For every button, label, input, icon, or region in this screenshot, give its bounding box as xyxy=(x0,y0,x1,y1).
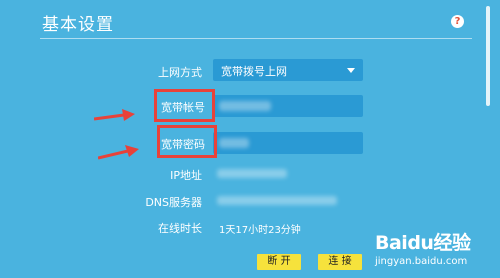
ip-label: IP地址 xyxy=(170,169,202,182)
highlight-box-password xyxy=(157,125,217,158)
password-field[interactable] xyxy=(213,132,363,154)
page-title: 基本设置 xyxy=(42,15,114,35)
online-time-label: 在线时长 xyxy=(158,222,202,235)
scrollbar[interactable] xyxy=(486,6,490,106)
ip-value-blurred xyxy=(217,169,287,178)
baidu-jingyan-watermark: Baidu经验 jingyan.baidu.com xyxy=(375,228,497,276)
disconnect-button[interactable]: 断 开 xyxy=(257,254,301,270)
watermark-brand: Baidu经验 xyxy=(375,232,471,254)
connection-type-select[interactable]: 宽带拨号上网 xyxy=(213,59,363,81)
account-field[interactable] xyxy=(213,95,363,117)
title-divider xyxy=(40,38,472,39)
watermark-url: jingyan.baidu.com xyxy=(375,256,468,267)
arrow-account-icon xyxy=(94,109,135,121)
password-value-blurred xyxy=(219,138,249,148)
connect-button[interactable]: 连 接 xyxy=(318,254,362,270)
chevron-down-icon xyxy=(347,68,355,73)
connection-type-label: 上网方式 xyxy=(158,66,202,79)
account-value-blurred xyxy=(219,101,271,111)
help-icon[interactable]: ? xyxy=(451,15,464,28)
connection-type-value: 宽带拨号上网 xyxy=(221,65,287,78)
online-time-value: 1天17小时23分钟 xyxy=(219,225,301,236)
dns-value-blurred xyxy=(217,196,337,205)
dns-label: DNS服务器 xyxy=(145,196,202,209)
highlight-box-account xyxy=(154,89,215,122)
arrow-password-icon xyxy=(98,145,139,160)
